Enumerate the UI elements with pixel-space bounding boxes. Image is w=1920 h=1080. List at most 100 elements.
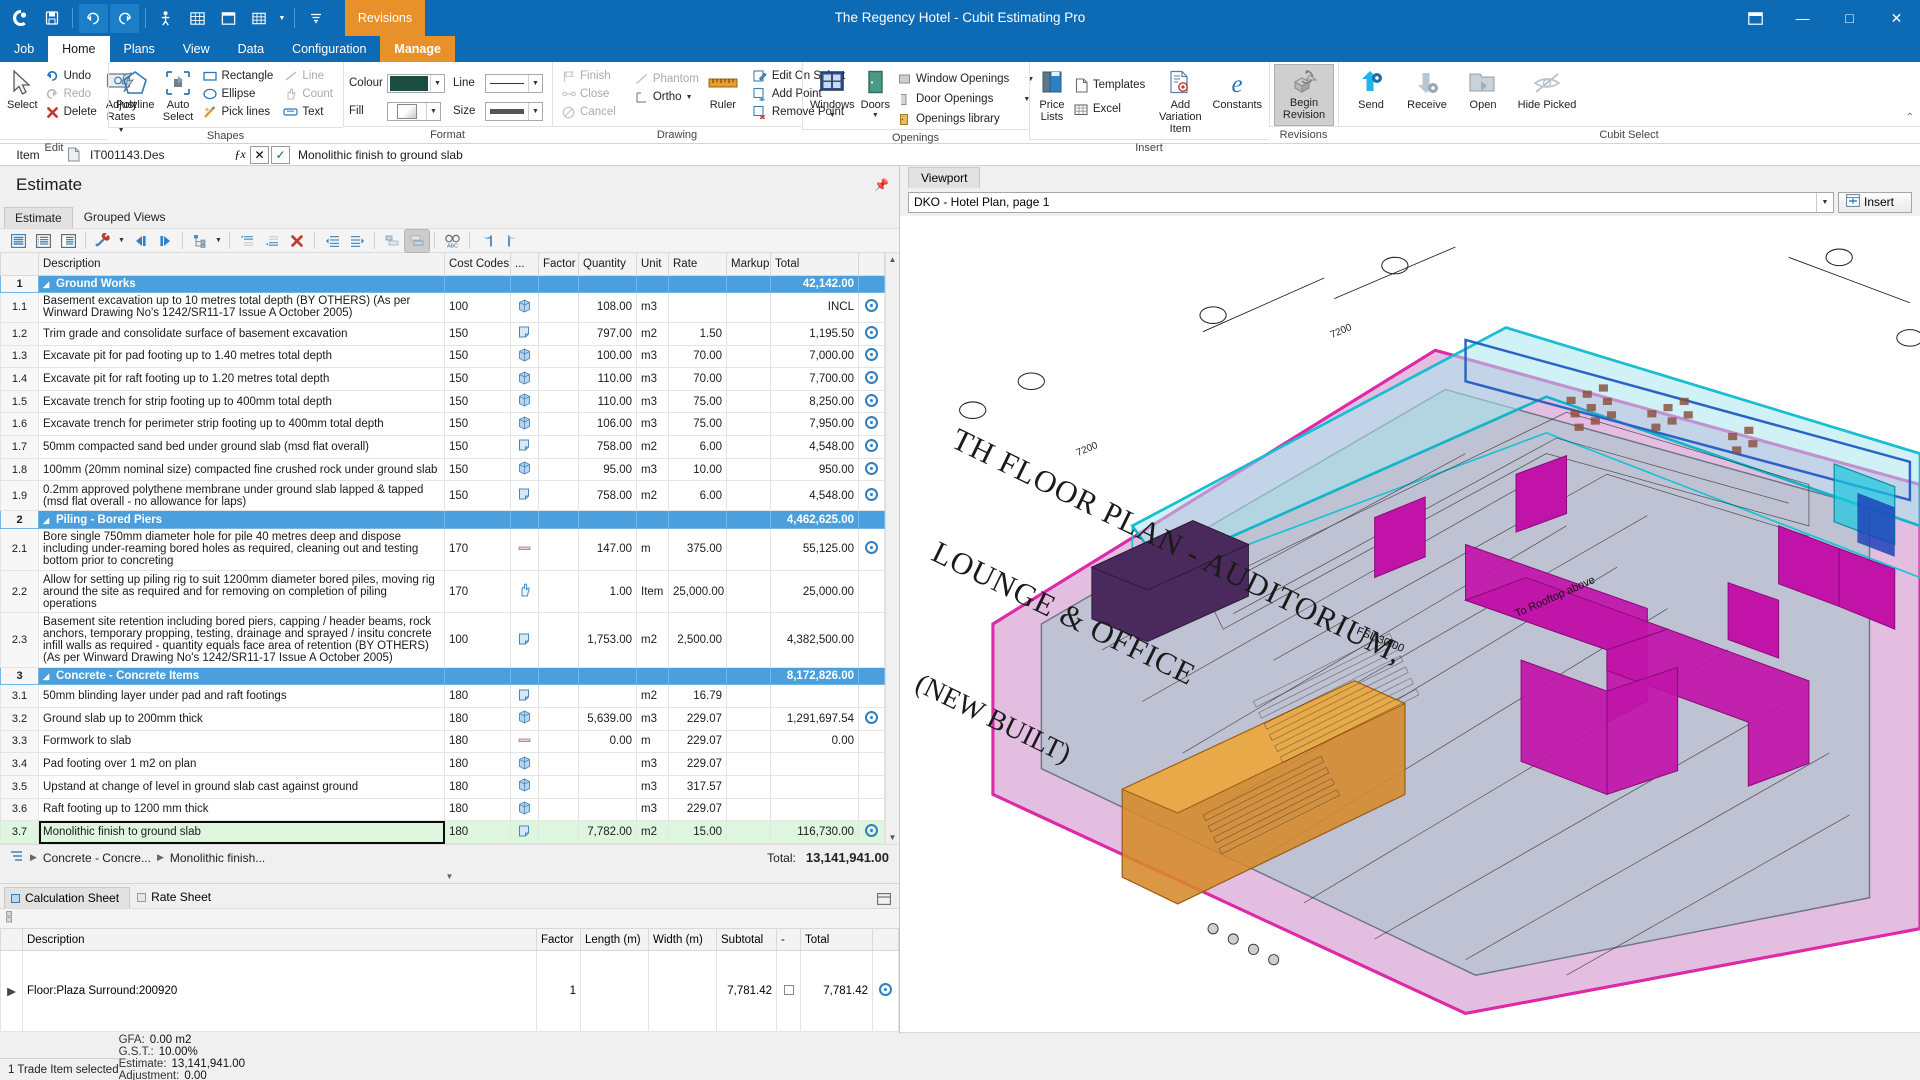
visibility-icon[interactable] <box>865 824 878 838</box>
item-visibility-cell[interactable] <box>858 729 885 754</box>
item-description[interactable]: Excavate trench for strip footing up to … <box>38 389 445 414</box>
calc-col-visibility[interactable] <box>872 928 899 951</box>
visibility-icon[interactable] <box>865 710 878 724</box>
item-rate[interactable]: 70.00 <box>668 367 727 391</box>
redo-arrow-icon[interactable] <box>110 3 139 33</box>
estimate-item-row[interactable]: 1.4 Excavate pit for raft footing up to 1… <box>0 367 885 391</box>
item-quantity[interactable]: 5,639.00 <box>578 706 637 731</box>
item-unit[interactable]: m3 <box>636 367 669 391</box>
pane-splitter[interactable]: ▼ <box>0 870 899 883</box>
item-measure-type-icon[interactable] <box>510 389 539 414</box>
visibility-icon[interactable] <box>865 348 878 362</box>
item-description[interactable]: Excavate pit for raft footing up to 1.20… <box>38 367 445 391</box>
item-quantity[interactable]: 147.00 <box>578 527 637 572</box>
item-cost-code[interactable]: 170 <box>444 570 511 614</box>
item-markup[interactable] <box>726 344 771 369</box>
item-factor[interactable] <box>538 389 579 414</box>
item-rate[interactable]: 375.00 <box>668 527 727 572</box>
item-factor[interactable] <box>538 435 579 459</box>
ortho-dropdown-caret-icon[interactable]: ▼ <box>686 94 693 101</box>
colour-dropdown-caret-icon[interactable]: ▼ <box>430 74 444 92</box>
item-visibility-cell[interactable] <box>858 570 885 614</box>
item-measure-type-icon[interactable] <box>510 527 539 572</box>
visibility-icon[interactable] <box>879 983 892 996</box>
item-quantity[interactable]: 797.00 <box>578 321 637 346</box>
pick-lines-button[interactable]: Pick lines <box>200 103 279 121</box>
minimize-button[interactable]: — <box>1779 0 1826 36</box>
visibility-icon[interactable] <box>865 461 878 475</box>
breadcrumb-item-0[interactable]: Concrete - Concre... <box>43 851 151 865</box>
function-button[interactable]: ƒx <box>230 145 250 165</box>
ribbon-collapse-icon[interactable]: ⌃ <box>1906 112 1914 123</box>
item-visibility-cell[interactable] <box>858 389 885 414</box>
line-style-picker[interactable]: ▼ <box>485 73 543 93</box>
insert-row-above-icon[interactable] <box>235 230 259 252</box>
item-rate[interactable]: 6.00 <box>668 480 727 512</box>
estimate-item-row[interactable]: 2.3 Basement site retention including bor… <box>0 612 885 668</box>
item-quantity[interactable]: 7,782.00 <box>578 820 637 844</box>
item-cost-code[interactable]: 180 <box>444 774 511 799</box>
item-measure-type-icon[interactable] <box>510 797 539 822</box>
item-cost-code[interactable]: 150 <box>444 321 511 346</box>
line-button[interactable]: Line <box>280 67 338 85</box>
col-visibility[interactable] <box>858 253 885 276</box>
item-cost-code[interactable]: 180 <box>444 706 511 731</box>
item-measure-type-icon[interactable] <box>510 344 539 369</box>
open-button[interactable]: Open <box>1456 65 1510 115</box>
plan-canvas[interactable]: TH FLOOR PLAN - AUDITORIUM, LOUNGE & OFF… <box>900 216 1920 1032</box>
line-style-dropdown-caret-icon[interactable]: ▼ <box>528 74 542 92</box>
accept-edit-button[interactable]: ✓ <box>271 145 290 164</box>
item-visibility-cell[interactable] <box>858 612 885 668</box>
colour-picker[interactable]: ▼ <box>387 73 445 93</box>
item-visibility-cell[interactable] <box>858 344 885 369</box>
move-right-icon[interactable] <box>153 230 177 252</box>
indent-icon[interactable] <box>345 230 369 252</box>
item-measure-type-icon[interactable] <box>510 684 539 708</box>
estimate-grid-scrollbar[interactable]: ▲ ▼ <box>885 253 899 844</box>
item-markup[interactable] <box>726 527 771 572</box>
calc-row-width[interactable] <box>648 950 717 1032</box>
text-button[interactable]: Text <box>280 103 338 121</box>
openings-library-button[interactable]: Openings library <box>894 109 1039 129</box>
door-openings-button[interactable]: Door Openings ▼ <box>894 89 1039 109</box>
group-row-description[interactable]: ◢ Ground Works <box>38 274 445 293</box>
item-rate[interactable]: 15.00 <box>668 820 727 844</box>
line-size-picker[interactable]: ▼ <box>485 101 543 121</box>
undo-arrow-icon[interactable] <box>79 3 108 33</box>
item-unit[interactable]: m3 <box>636 344 669 369</box>
item-markup[interactable] <box>726 797 771 822</box>
ortho-button[interactable]: Ortho ▼ <box>631 88 704 106</box>
phantom-button[interactable]: Phantom <box>631 70 704 88</box>
estimate-item-row[interactable]: 3.6 Raft footing up to 1200 mm thick 180 m3… <box>0 797 885 822</box>
item-measure-type-icon[interactable] <box>510 457 539 482</box>
item-quantity[interactable]: 1.00 <box>578 570 637 614</box>
item-quantity[interactable] <box>578 797 637 822</box>
delete-row-icon[interactable] <box>285 230 309 252</box>
close-shape-button[interactable]: Close <box>558 85 621 103</box>
flag-next-icon[interactable] <box>500 230 524 252</box>
item-visibility-cell[interactable] <box>858 684 885 708</box>
cancel-edit-button[interactable]: ✕ <box>250 145 269 164</box>
estimate-item-row[interactable]: 1.8 100mm (20mm nominal size) compacted f… <box>0 457 885 482</box>
item-factor[interactable] <box>538 527 579 572</box>
windows-dropdown-caret-icon[interactable]: ▼ <box>829 112 836 119</box>
item-markup[interactable] <box>726 684 771 708</box>
tab-job[interactable]: Job <box>0 36 48 62</box>
item-quantity[interactable]: 110.00 <box>578 389 637 414</box>
item-cost-code[interactable]: 150 <box>444 389 511 414</box>
item-cost-code[interactable]: 100 <box>444 612 511 668</box>
item-rate[interactable]: 75.00 <box>668 389 727 414</box>
item-measure-type-icon[interactable] <box>510 706 539 731</box>
tools-wrench-icon[interactable] <box>91 230 115 252</box>
finish-button[interactable]: Finish <box>558 67 621 85</box>
estimate-item-row[interactable]: 1.6 Excavate trench for perimeter strip f… <box>0 412 885 437</box>
count-button[interactable]: Count <box>280 85 338 103</box>
hierarchy-icon[interactable] <box>188 230 212 252</box>
visibility-icon[interactable] <box>865 487 878 501</box>
item-visibility-cell[interactable] <box>858 706 885 731</box>
breadcrumb-item-1[interactable]: Monolithic finish... <box>170 851 265 865</box>
estimate-item-row[interactable]: 1.2 Trim grade and consolidate surface of… <box>0 321 885 346</box>
item-rate[interactable]: 229.07 <box>668 729 727 754</box>
rectangle-button[interactable]: Rectangle <box>200 67 279 85</box>
item-unit[interactable]: m2 <box>636 321 669 346</box>
